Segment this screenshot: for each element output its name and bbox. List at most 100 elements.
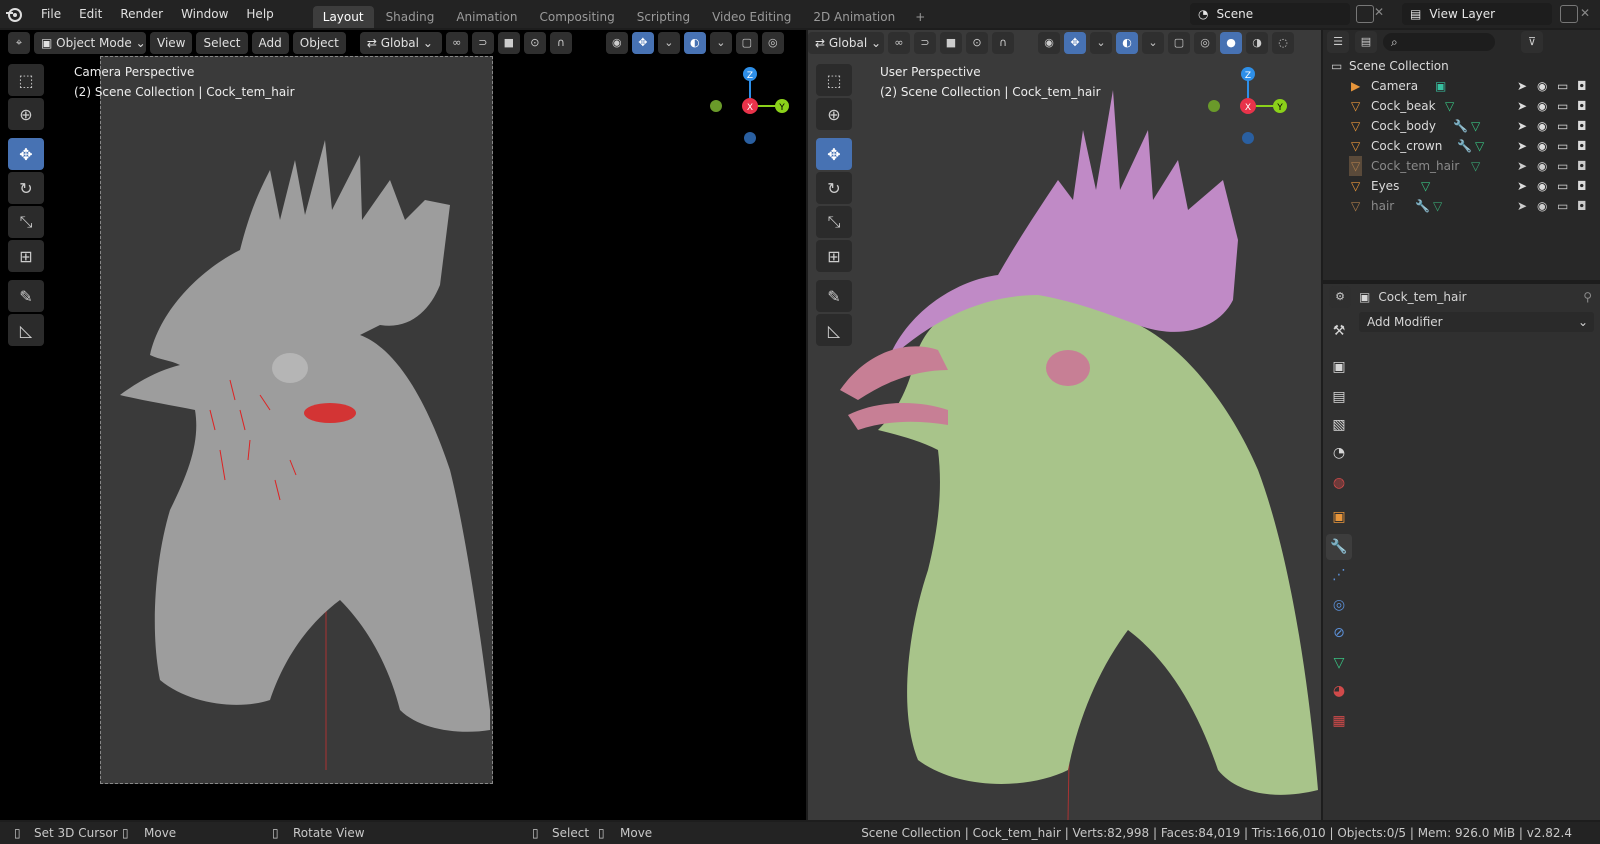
right-overlay-dropdown-icon[interactable]: ⌄ — [1142, 32, 1164, 54]
select-toggle-icon[interactable]: ➤ — [1517, 196, 1527, 216]
viewport-toggle-icon[interactable]: ▭ — [1557, 156, 1568, 176]
outliner-item-cock-beak[interactable]: ▽ Cock_beak ▽ ➤ ◉ ▭ ◘ — [1323, 96, 1600, 116]
measure-tool-icon[interactable]: ◺ — [8, 314, 44, 346]
scene-properties-icon[interactable]: ◔ — [1326, 440, 1352, 466]
right-transform-orientation-dropdown[interactable]: ⇄ Global ⌄ — [808, 32, 884, 54]
snap-icon[interactable]: ⊃ — [471, 32, 494, 54]
visibility-icon[interactable]: ◉ — [605, 32, 628, 54]
select-toggle-icon[interactable]: ➤ — [1517, 136, 1527, 156]
render-toggle-icon[interactable]: ◘ — [1577, 96, 1587, 116]
menu-file[interactable]: File — [32, 0, 70, 28]
transform-orientation-dropdown[interactable]: ⇄ Global ⌄ — [359, 32, 442, 54]
constraint-properties-icon[interactable]: ⊘ — [1326, 620, 1352, 646]
material-properties-icon[interactable]: ◕ — [1326, 678, 1352, 704]
viewport-toggle-icon[interactable]: ▭ — [1557, 176, 1568, 196]
data-properties-icon[interactable]: ▽ — [1326, 650, 1352, 676]
tab-animation[interactable]: Animation — [446, 6, 527, 28]
tab-shading[interactable]: Shading — [376, 6, 445, 28]
new-view-layer-icon[interactable] — [1560, 5, 1578, 23]
scene-selector[interactable]: ◔ Scene — [1190, 3, 1350, 25]
visibility-toggle-icon[interactable]: ◉ — [1537, 196, 1547, 216]
editor-type-icon[interactable]: ⌖ — [8, 32, 30, 54]
visibility-toggle-icon[interactable]: ◉ — [1537, 116, 1547, 136]
viewport-toggle-icon[interactable]: ▭ — [1557, 116, 1568, 136]
overlay-dropdown-icon[interactable]: ⌄ — [709, 32, 732, 54]
render-properties-icon[interactable]: ▣ — [1326, 354, 1352, 380]
visibility-toggle-icon[interactable]: ◉ — [1537, 136, 1547, 156]
scale-tool-icon[interactable]: ⤡ — [8, 206, 44, 238]
delete-scene-icon[interactable]: ✕ — [1374, 5, 1384, 19]
right-3d-viewport[interactable]: ⇄ Global ⌄ ∞ ⊃ ■ ⊙ ∩ ◉ ✥ ⌄ ◐ ⌄ ▢ ◎ ● ◑ ◌… — [808, 30, 1321, 820]
right-navigation-gizmo[interactable]: Z Y X — [1204, 64, 1294, 154]
object-mode-dropdown[interactable]: ▣ Object Mode ⌄ — [34, 32, 146, 54]
tab-layout[interactable]: Layout — [312, 6, 374, 28]
object-properties-icon[interactable]: ▣ — [1326, 504, 1352, 530]
visibility-toggle-icon[interactable]: ◉ — [1537, 96, 1547, 116]
select-toggle-icon[interactable]: ➤ — [1517, 176, 1527, 196]
render-toggle-icon[interactable]: ◘ — [1577, 136, 1587, 156]
view-menu[interactable]: View — [150, 32, 193, 54]
viewport-toggle-icon[interactable]: ▭ — [1557, 136, 1568, 156]
move-tool-icon[interactable]: ✥ — [8, 138, 44, 170]
overlay-toggle-icon[interactable]: ◐ — [683, 32, 706, 54]
render-toggle-icon[interactable]: ◘ — [1577, 176, 1587, 196]
transform-tool-icon[interactable]: ⊞ — [8, 240, 44, 272]
tab-compositing[interactable]: Compositing — [530, 6, 625, 28]
menu-edit[interactable]: Edit — [70, 0, 111, 28]
add-modifier-dropdown[interactable]: Add Modifier ⌄ — [1359, 312, 1594, 332]
select-box-tool-icon[interactable]: ⬚ — [8, 64, 44, 96]
gizmo-toggle-icon[interactable]: ✥ — [631, 32, 654, 54]
select-toggle-icon[interactable]: ➤ — [1517, 96, 1527, 116]
right-pivot-icon[interactable]: ∞ — [888, 32, 910, 54]
falloff-icon[interactable]: ∩ — [549, 32, 572, 54]
render-toggle-icon[interactable]: ◘ — [1577, 76, 1587, 96]
outliner-item-hair[interactable]: ▽ hair 🔧 ▽ ➤ ◉ ▭ ◘ — [1323, 196, 1600, 216]
right-proportional-edit-icon[interactable]: ⊙ — [966, 32, 988, 54]
tab-scripting[interactable]: Scripting — [627, 6, 700, 28]
render-toggle-icon[interactable]: ◘ — [1577, 156, 1587, 176]
pin-icon[interactable]: ⚲ — [1583, 290, 1592, 304]
right-wireframe-shading-icon[interactable]: ◎ — [1194, 32, 1216, 54]
menu-window[interactable]: Window — [172, 0, 237, 28]
viewport-toggle-icon[interactable]: ▭ — [1557, 96, 1568, 116]
blender-logo-icon[interactable] — [0, 0, 28, 28]
modifier-properties-icon[interactable]: 🔧 — [1326, 534, 1352, 560]
left-3d-viewport[interactable]: ⌖ ▣ Object Mode ⌄ View Select Add Object… — [0, 30, 806, 820]
wireframe-shading-icon[interactable]: ◎ — [761, 32, 784, 54]
visibility-toggle-icon[interactable]: ◉ — [1537, 176, 1547, 196]
outliner-item-cock-body[interactable]: ▽ Cock_body 🔧 ▽ ➤ ◉ ▭ ◘ — [1323, 116, 1600, 136]
rotate-tool-icon[interactable]: ↻ — [8, 172, 44, 204]
menu-help[interactable]: Help — [237, 0, 282, 28]
right-overlay-toggle-icon[interactable]: ◐ — [1116, 32, 1138, 54]
left-navigation-gizmo[interactable]: Z Y X — [706, 64, 796, 154]
tool-properties-icon[interactable]: ⚒ — [1326, 318, 1352, 344]
outliner-display-mode-icon[interactable]: ▤ — [1355, 31, 1377, 53]
outliner-scene-collection[interactable]: ▭ Scene Collection — [1323, 56, 1600, 76]
select-menu[interactable]: Select — [196, 32, 248, 54]
right-snap-target-icon[interactable]: ■ — [940, 32, 962, 54]
right-gizmo-toggle-icon[interactable]: ✥ — [1064, 32, 1086, 54]
menu-render[interactable]: Render — [111, 0, 172, 28]
outliner-item-cock-tem-hair[interactable]: ▽ Cock_tem_hair ▽ ➤ ◉ ▭ ◘ — [1323, 156, 1600, 176]
tab-video-editing[interactable]: Video Editing — [702, 6, 801, 28]
right-solid-shading-icon[interactable]: ● — [1220, 32, 1242, 54]
outliner-editor-type-icon[interactable]: ☰ — [1327, 31, 1349, 53]
right-gizmo-dropdown-icon[interactable]: ⌄ — [1090, 32, 1112, 54]
render-toggle-icon[interactable]: ◘ — [1577, 116, 1587, 136]
snap-target-icon[interactable]: ■ — [497, 32, 520, 54]
right-falloff-icon[interactable]: ∩ — [992, 32, 1014, 54]
annotate-tool-icon[interactable]: ✎ — [8, 280, 44, 312]
viewport-toggle-icon[interactable]: ▭ — [1557, 196, 1568, 216]
xray-icon[interactable]: ▢ — [735, 32, 758, 54]
render-toggle-icon[interactable]: ◘ — [1577, 196, 1587, 216]
proportional-edit-icon[interactable]: ⊙ — [523, 32, 546, 54]
pivot-icon[interactable]: ∞ — [445, 32, 468, 54]
outliner-item-eyes[interactable]: ▽ Eyes ▽ ➤ ◉ ▭ ◘ — [1323, 176, 1600, 196]
new-scene-icon[interactable] — [1356, 5, 1374, 23]
outliner-search-input[interactable]: ⌕ — [1383, 33, 1495, 51]
right-visibility-icon[interactable]: ◉ — [1038, 32, 1060, 54]
tab-2d-animation[interactable]: 2D Animation — [803, 6, 905, 28]
select-toggle-icon[interactable]: ➤ — [1517, 76, 1527, 96]
particle-properties-icon[interactable]: ⋰ — [1326, 562, 1352, 588]
output-properties-icon[interactable]: ▤ — [1326, 384, 1352, 410]
